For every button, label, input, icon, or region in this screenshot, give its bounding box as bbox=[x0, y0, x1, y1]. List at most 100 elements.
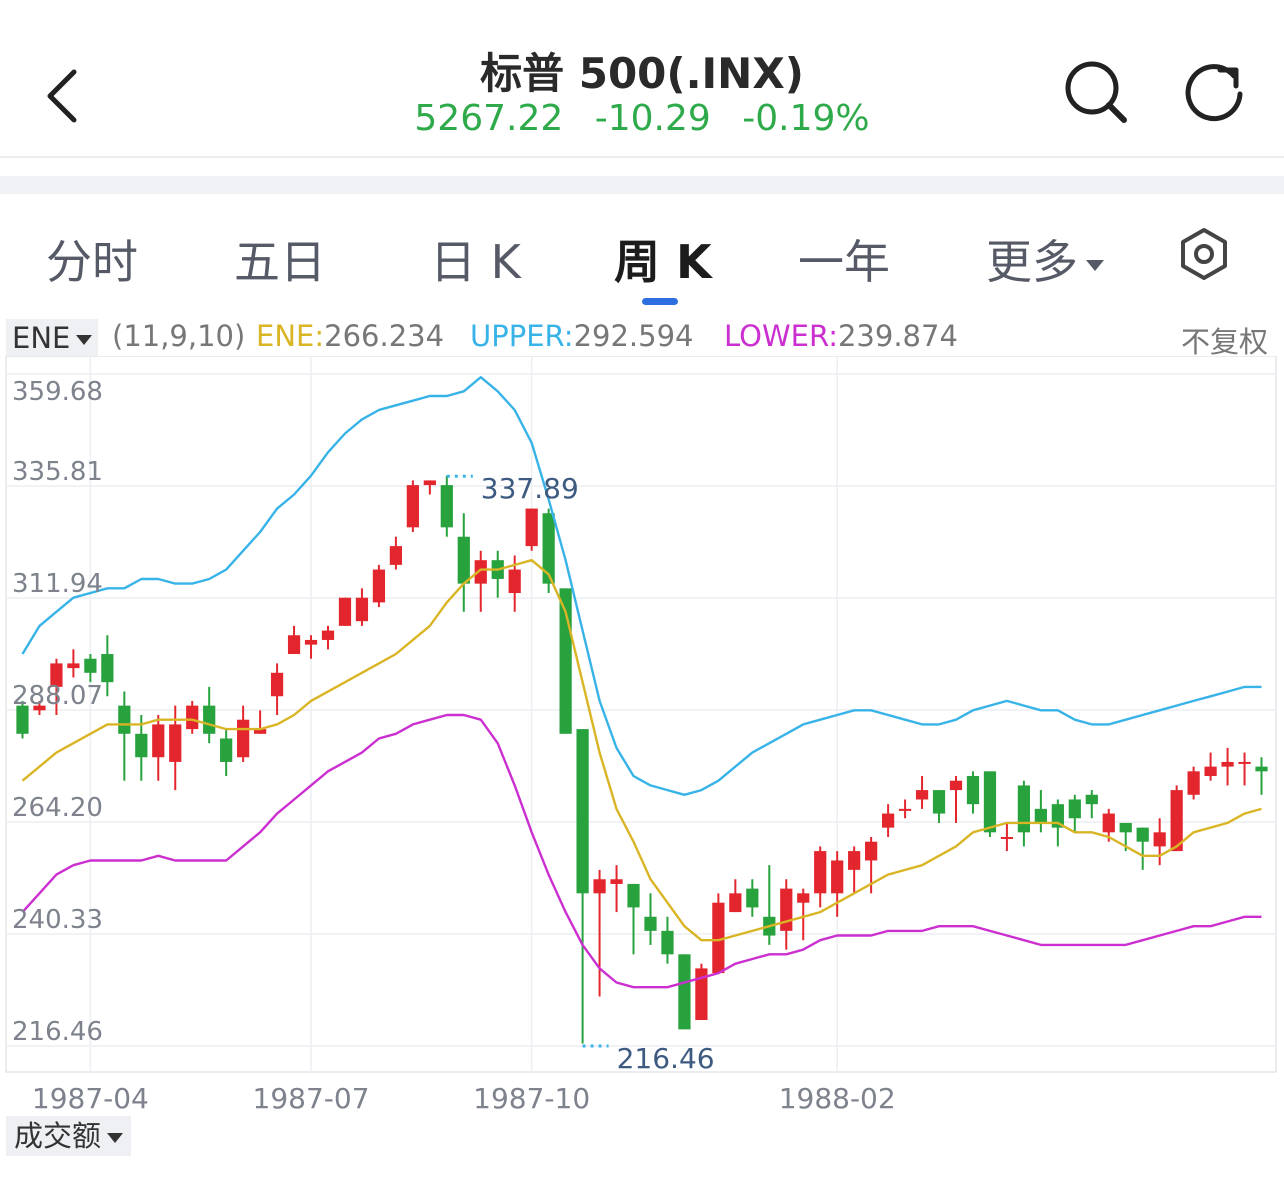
candle-body bbox=[881, 813, 895, 828]
candle-body bbox=[1187, 771, 1200, 795]
period-tabs: 分时 五日 日 K 周 K 一年 更多 bbox=[0, 194, 1284, 310]
indicator-name: ENE bbox=[12, 321, 71, 355]
tab-weekly-k[interactable]: 周 K bbox=[614, 226, 712, 292]
candle-body bbox=[118, 705, 131, 734]
candle-body bbox=[644, 916, 657, 931]
candle-body bbox=[338, 597, 352, 626]
caret-down-icon bbox=[1086, 260, 1104, 271]
y-tick-label: 216.46 bbox=[12, 1017, 103, 1047]
tab-one-year[interactable]: 一年 bbox=[798, 226, 890, 292]
x-tick-label: 1987-10 bbox=[473, 1082, 590, 1115]
price-change-percent: -0.19% bbox=[742, 98, 870, 139]
candle-body bbox=[457, 536, 470, 584]
candle-body bbox=[1085, 794, 1098, 805]
upper-value: 292.594 bbox=[573, 319, 694, 353]
indicator-selector[interactable]: ENE bbox=[6, 319, 99, 357]
ene-readout: ENE:266.234 bbox=[256, 319, 444, 353]
caret-down-icon bbox=[107, 1133, 124, 1143]
candle-body bbox=[389, 546, 403, 565]
candle-body bbox=[1000, 837, 1014, 840]
candle-body bbox=[1119, 822, 1132, 833]
adjustment-mode[interactable]: 不复权 bbox=[1181, 319, 1268, 361]
candle-body bbox=[372, 569, 386, 603]
y-tick-label: 288.07 bbox=[12, 681, 103, 711]
lower-readout: LOWER:239.874 bbox=[724, 319, 958, 353]
candle-body bbox=[1238, 761, 1251, 764]
candle-body bbox=[1255, 766, 1268, 772]
candle-body bbox=[1068, 799, 1081, 819]
candle-body bbox=[1034, 808, 1047, 823]
volume-bar: 成交额 bbox=[6, 1116, 1276, 1156]
candle-body bbox=[152, 724, 165, 758]
candle-body bbox=[610, 879, 623, 884]
candle-body bbox=[84, 658, 97, 673]
candle-body bbox=[525, 508, 538, 547]
candle-body bbox=[67, 663, 80, 669]
max-price-label: 337.89 bbox=[481, 472, 579, 505]
candle-body bbox=[746, 888, 759, 908]
upper-label: UPPER: bbox=[470, 319, 574, 353]
candle-body bbox=[915, 790, 929, 800]
candle-body bbox=[186, 705, 199, 730]
candle-body bbox=[169, 724, 182, 762]
candle-body bbox=[101, 654, 114, 683]
volume-selector[interactable]: 成交额 bbox=[6, 1116, 132, 1156]
volume-selector-label: 成交额 bbox=[14, 1119, 102, 1153]
candle-body bbox=[576, 729, 589, 894]
x-tick-label: 1988-02 bbox=[779, 1082, 896, 1115]
search-icon[interactable] bbox=[1064, 60, 1128, 124]
y-tick-label: 240.33 bbox=[12, 905, 103, 935]
candle-body bbox=[1017, 785, 1031, 833]
tab-five-day[interactable]: 五日 bbox=[234, 226, 326, 292]
candle-body bbox=[1153, 832, 1166, 847]
candle-body bbox=[661, 930, 674, 955]
candle-body bbox=[220, 738, 233, 762]
candle-body bbox=[865, 841, 878, 861]
lower-value: 239.874 bbox=[837, 319, 958, 353]
candle-body bbox=[932, 790, 946, 814]
candle-body bbox=[355, 597, 369, 622]
ene-line bbox=[21, 558, 1262, 942]
refresh-icon[interactable] bbox=[1184, 60, 1248, 124]
candle-body bbox=[983, 771, 997, 833]
section-divider bbox=[0, 176, 1284, 194]
ene-label: ENE: bbox=[256, 319, 325, 353]
tab-more[interactable]: 更多 bbox=[986, 226, 1104, 292]
candle-body bbox=[678, 954, 691, 1030]
candle-body bbox=[440, 485, 453, 528]
candle-body bbox=[203, 705, 216, 734]
candle-body bbox=[627, 883, 640, 908]
candlestick-chart[interactable]: 359.68 335.81 311.94 288.07 264.20 240.33 216.… bbox=[0, 356, 1284, 1116]
candle-body bbox=[729, 893, 742, 913]
candle-body bbox=[1204, 766, 1217, 777]
candle-body bbox=[321, 630, 335, 640]
y-tick-label: 335.81 bbox=[12, 457, 103, 487]
candle-body bbox=[831, 860, 844, 894]
upper-readout: UPPER:292.594 bbox=[470, 319, 694, 353]
indicator-params: (11,9,10) bbox=[112, 319, 246, 353]
candle-body bbox=[898, 808, 912, 811]
candle-body bbox=[406, 485, 419, 528]
settings-hexagon-icon[interactable] bbox=[1176, 226, 1232, 282]
tab-more-label: 更多 bbox=[986, 235, 1078, 289]
candle-body bbox=[814, 851, 827, 894]
active-tab-indicator bbox=[642, 298, 678, 305]
last-price: 5267.22 bbox=[414, 98, 564, 139]
candle-body bbox=[237, 719, 250, 758]
y-tick-label: 264.20 bbox=[12, 793, 103, 823]
candle-body bbox=[135, 733, 148, 758]
candle-body bbox=[848, 851, 861, 870]
x-tick-label: 1987-07 bbox=[253, 1082, 370, 1115]
lower-label: LOWER: bbox=[724, 319, 838, 353]
candle-body bbox=[1102, 813, 1115, 833]
min-price-label: 216.46 bbox=[617, 1042, 715, 1075]
candle-body bbox=[287, 635, 301, 655]
candle-body bbox=[508, 569, 521, 594]
candle-body bbox=[780, 888, 793, 931]
price-change: -10.29 bbox=[594, 98, 711, 139]
tab-daily-k[interactable]: 日 K bbox=[430, 226, 521, 292]
lower-band-line bbox=[21, 713, 1262, 989]
candle-body bbox=[949, 780, 963, 791]
candle-body bbox=[1136, 827, 1149, 842]
tab-intraday[interactable]: 分时 bbox=[46, 226, 138, 292]
